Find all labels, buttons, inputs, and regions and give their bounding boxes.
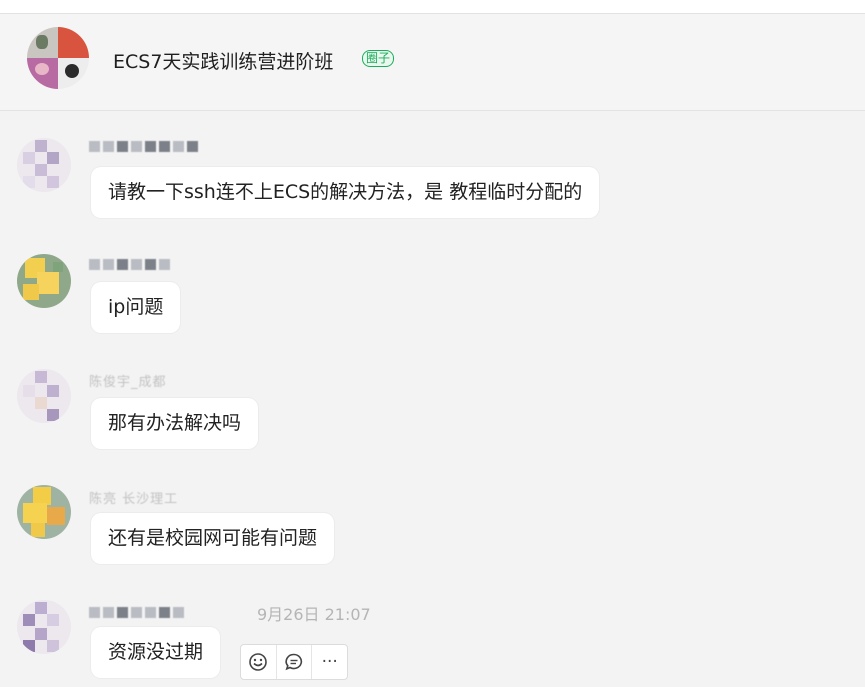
message-bubble[interactable]: 请教一下ssh连不上ECS的解决方法，是 教程临时分配的	[91, 167, 600, 218]
sender-name	[89, 605, 187, 620]
more-icon[interactable]: ···	[312, 645, 347, 679]
window-top-strip	[0, 0, 865, 14]
comment-icon[interactable]	[277, 645, 313, 679]
avatar[interactable]	[17, 254, 71, 308]
message-bubble[interactable]: 资源没过期	[91, 627, 221, 678]
message-hover-actions: ···	[240, 644, 348, 680]
message-bubble[interactable]: ip问题	[91, 282, 181, 333]
chat-header: ECS7天实践训练营进阶班 圈子	[0, 14, 865, 111]
group-avatar[interactable]	[27, 27, 89, 89]
sender-name	[89, 257, 173, 272]
avatar[interactable]	[17, 485, 71, 539]
sender-name	[89, 139, 201, 154]
message-list[interactable]: 请教一下ssh连不上ECS的解决方法，是 教程临时分配的 ip问题 陈俊宇_成都…	[0, 111, 865, 687]
group-name[interactable]: ECS7天实践训练营进阶班	[113, 47, 333, 74]
avatar[interactable]	[17, 600, 71, 654]
avatar[interactable]	[17, 138, 71, 192]
circle-badge: 圈子	[362, 50, 395, 67]
emoji-icon[interactable]	[241, 645, 277, 679]
avatar[interactable]	[17, 369, 71, 423]
message-bubble[interactable]: 那有办法解决吗	[91, 398, 259, 449]
sender-name: 陈俊宇_成都	[89, 375, 167, 390]
message-bubble[interactable]: 还有是校园网可能有问题	[91, 513, 335, 564]
sender-name: 陈亮 长沙理工	[89, 492, 179, 507]
message-time: 9月26日 21:07	[257, 605, 371, 624]
